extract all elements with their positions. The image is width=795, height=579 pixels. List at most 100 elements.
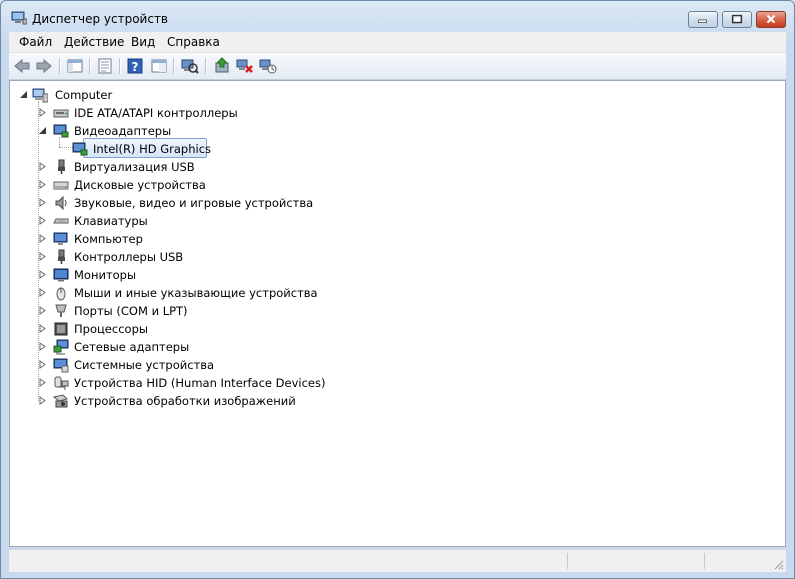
toolbar-separator	[173, 58, 175, 74]
tree-item-monitors[interactable]: Мониторы	[10, 266, 610, 284]
menu-help[interactable]: Справка	[167, 35, 220, 49]
processor-icon	[54, 322, 68, 336]
tree-item-mice[interactable]: Мыши и иные указывающие устройства	[10, 284, 610, 302]
computer-root-icon	[32, 88, 48, 103]
status-bar-divider	[704, 553, 705, 569]
update-driver-icon[interactable]	[213, 57, 231, 75]
window-title: Диспетчер устройств	[32, 12, 169, 26]
tree-item-processors[interactable]: Процессоры	[10, 320, 610, 338]
disable-device-icon[interactable]	[259, 57, 277, 75]
expand-arrow-icon[interactable]	[38, 252, 47, 261]
hid-icon	[54, 376, 69, 390]
collapse-arrow-icon[interactable]	[19, 90, 28, 99]
tree-item-computer[interactable]: Компьютер	[10, 230, 610, 248]
minimize-icon	[698, 19, 707, 23]
menu-file[interactable]: Файл	[19, 35, 52, 49]
maximize-button[interactable]	[722, 11, 752, 28]
tree-item-label: Устройства HID (Human Interface Devices)	[74, 376, 326, 390]
tree-item-label: Устройства обработки изображений	[74, 394, 296, 408]
expand-arrow-icon[interactable]	[38, 234, 47, 243]
properties-icon[interactable]	[96, 57, 114, 75]
tree-item-label: Мониторы	[74, 268, 137, 282]
camera-icon	[53, 394, 68, 408]
display-adapter-icon	[72, 142, 88, 156]
port-icon	[55, 304, 67, 317]
close-button[interactable]	[756, 11, 786, 28]
keyboard-icon	[53, 218, 69, 224]
display-adapter-icon	[53, 124, 69, 138]
tree-item-keyboards[interactable]: Клавиатуры	[10, 212, 610, 230]
device-manager-window: Диспетчер устройств Файл Действие Вид Сп…	[0, 0, 795, 579]
expand-arrow-icon[interactable]	[38, 396, 47, 405]
console-view-icon[interactable]	[150, 57, 168, 75]
expand-arrow-icon[interactable]	[38, 270, 47, 279]
tree-item-ports[interactable]: Порты (COM и LPT)	[10, 302, 610, 320]
svg-text:?: ?	[132, 60, 139, 74]
close-icon	[766, 14, 776, 24]
toolbar: ?	[9, 53, 786, 80]
system-device-icon	[53, 358, 69, 373]
tree-item-hid-devices[interactable]: Устройства HID (Human Interface Devices)	[10, 374, 610, 392]
expand-arrow-icon[interactable]	[38, 342, 47, 351]
forward-arrow-icon[interactable]	[35, 57, 53, 75]
help-icon[interactable]: ?	[126, 57, 144, 75]
tree-item-label: Звуковые, видео и игровые устройства	[74, 196, 314, 210]
speaker-icon	[55, 195, 67, 211]
expand-arrow-icon[interactable]	[38, 162, 47, 171]
tree-root-label: Computer	[55, 88, 113, 102]
status-bar-divider	[567, 553, 568, 569]
toolbar-separator	[205, 58, 207, 74]
expand-arrow-icon[interactable]	[38, 180, 47, 189]
expand-arrow-icon[interactable]	[38, 216, 47, 225]
tree-item-usb-controllers[interactable]: Контроллеры USB	[10, 248, 610, 266]
resize-grip-icon[interactable]	[772, 558, 784, 570]
maximize-icon	[731, 14, 743, 24]
expand-arrow-icon[interactable]	[38, 198, 47, 207]
back-arrow-icon[interactable]	[13, 57, 31, 75]
tree-item-network-adapters[interactable]: Сетевые адаптеры	[10, 338, 610, 356]
tree-item-usb-virtualization[interactable]: Виртуализация USB	[10, 158, 610, 176]
tree-item-label: Виртуализация USB	[74, 160, 195, 174]
network-adapter-icon	[53, 339, 69, 355]
expand-arrow-icon[interactable]	[38, 288, 47, 297]
minimize-button[interactable]	[688, 11, 718, 28]
tree-item-label: Мыши и иные указывающие устройства	[74, 286, 318, 300]
expand-arrow-icon[interactable]	[38, 306, 47, 315]
computer-icon	[53, 232, 68, 245]
tree-root-computer[interactable]: Computer	[10, 86, 610, 104]
tree-item-label: Дисковые устройства	[74, 178, 206, 192]
device-manager-app-icon	[11, 11, 27, 25]
tree-item-label: Порты (COM и LPT)	[74, 304, 188, 318]
expand-arrow-icon[interactable]	[38, 324, 47, 333]
menu-view[interactable]: Вид	[131, 35, 155, 49]
scan-hardware-icon[interactable]	[181, 57, 199, 75]
menu-action[interactable]: Действие	[64, 35, 124, 49]
usb-icon	[58, 159, 65, 174]
tree-item-intel-hd-graphics[interactable]: Intel(R) HD Graphics	[10, 140, 610, 158]
title-bar[interactable]: Диспетчер устройств	[1, 1, 794, 35]
tree-item-imaging-devices[interactable]: Устройства обработки изображений	[10, 392, 610, 410]
tree-item-label: Компьютер	[74, 232, 143, 246]
status-bar	[9, 549, 786, 572]
monitor-icon	[53, 268, 69, 282]
expand-arrow-icon[interactable]	[38, 378, 47, 387]
expand-arrow-icon[interactable]	[38, 360, 47, 369]
tree-item-label: Видеоадаптеры	[74, 124, 172, 138]
disk-drive-icon	[53, 181, 69, 190]
tree-item-label: Intel(R) HD Graphics	[93, 142, 212, 156]
toolbar-separator	[89, 58, 91, 74]
tree-item-system-devices[interactable]: Системные устройства	[10, 356, 610, 374]
ide-controller-icon	[53, 109, 69, 118]
tree-item-label: Клавиатуры	[74, 214, 148, 228]
device-tree[interactable]: Computer IDE ATA/ATAPI контроллеры Видео…	[9, 80, 786, 547]
uninstall-device-icon[interactable]	[236, 57, 254, 75]
tree-item-sound-video-game[interactable]: Звуковые, видео и игровые устройства	[10, 194, 610, 212]
expand-arrow-icon[interactable]	[38, 108, 47, 117]
collapse-arrow-icon[interactable]	[38, 126, 47, 135]
tree-item-ide-controllers[interactable]: IDE ATA/ATAPI контроллеры	[10, 104, 610, 122]
toolbar-separator	[59, 58, 61, 74]
menu-bar: Файл Действие Вид Справка	[9, 32, 786, 53]
tree-item-disk-drives[interactable]: Дисковые устройства	[10, 176, 610, 194]
tree-item-label: Контроллеры USB	[74, 250, 184, 264]
show-hide-tree-icon[interactable]	[66, 57, 84, 75]
